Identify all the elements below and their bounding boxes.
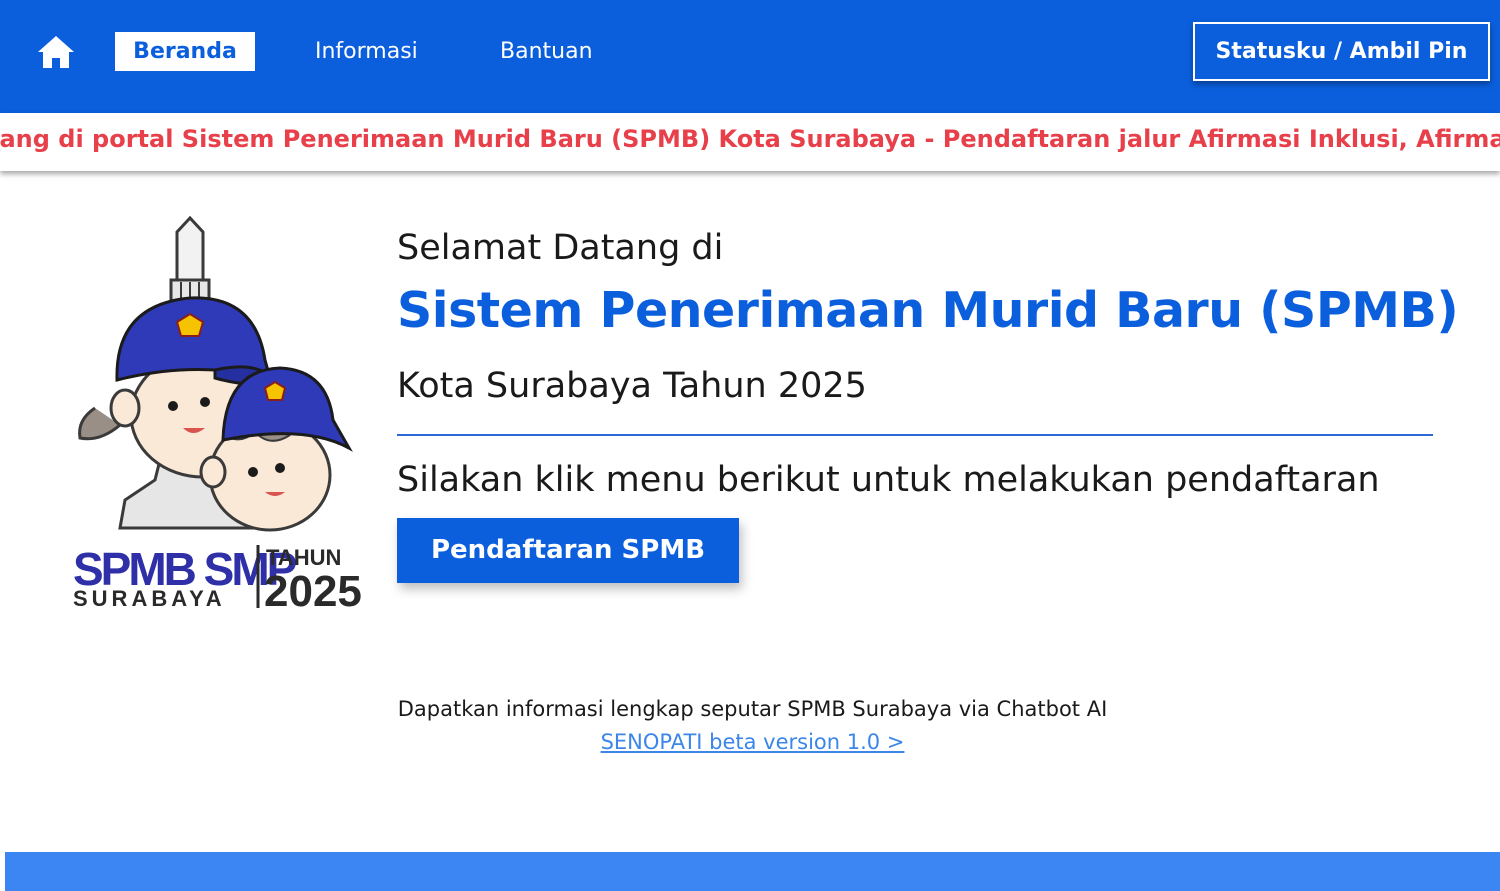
marquee-text: tang di portal Sistem Penerimaan Murid B… — [0, 125, 1500, 153]
logo-year: 2025 — [264, 567, 362, 615]
home-icon[interactable] — [37, 35, 75, 69]
page-title: Sistem Penerimaan Murid Baru (SPMB) — [397, 282, 1459, 339]
nav-beranda[interactable]: Beranda — [115, 32, 255, 71]
page-subtitle: Kota Surabaya Tahun 2025 — [397, 366, 867, 406]
announcement-marquee: tang di portal Sistem Penerimaan Murid B… — [0, 113, 1500, 171]
chatbot-info-text: Dapatkan informasi lengkap seputar SPMB … — [397, 697, 1108, 721]
top-navbar: Beranda Informasi Bantuan Statusku / Amb… — [0, 0, 1500, 113]
divider — [397, 434, 1433, 436]
spmb-logo: SPMB SMP SURABAYA TAHUN 2025 — [65, 210, 385, 616]
logo-city: SURABAYA — [73, 586, 226, 611]
pendaftaran-spmb-button[interactable]: Pendaftaran SPMB — [397, 518, 739, 583]
welcome-text: Selamat Datang di — [397, 228, 724, 268]
nav-informasi[interactable]: Informasi — [315, 32, 418, 72]
instruction-text: Silakan klik menu berikut untuk melakuka… — [397, 460, 1380, 500]
nav-bantuan[interactable]: Bantuan — [500, 32, 593, 72]
footer-band — [5, 852, 1500, 891]
senopati-chatbot-link[interactable]: SENOPATI beta version 1.0 > — [0, 730, 1500, 754]
status-ambil-pin-button[interactable]: Statusku / Ambil Pin — [1193, 22, 1490, 81]
